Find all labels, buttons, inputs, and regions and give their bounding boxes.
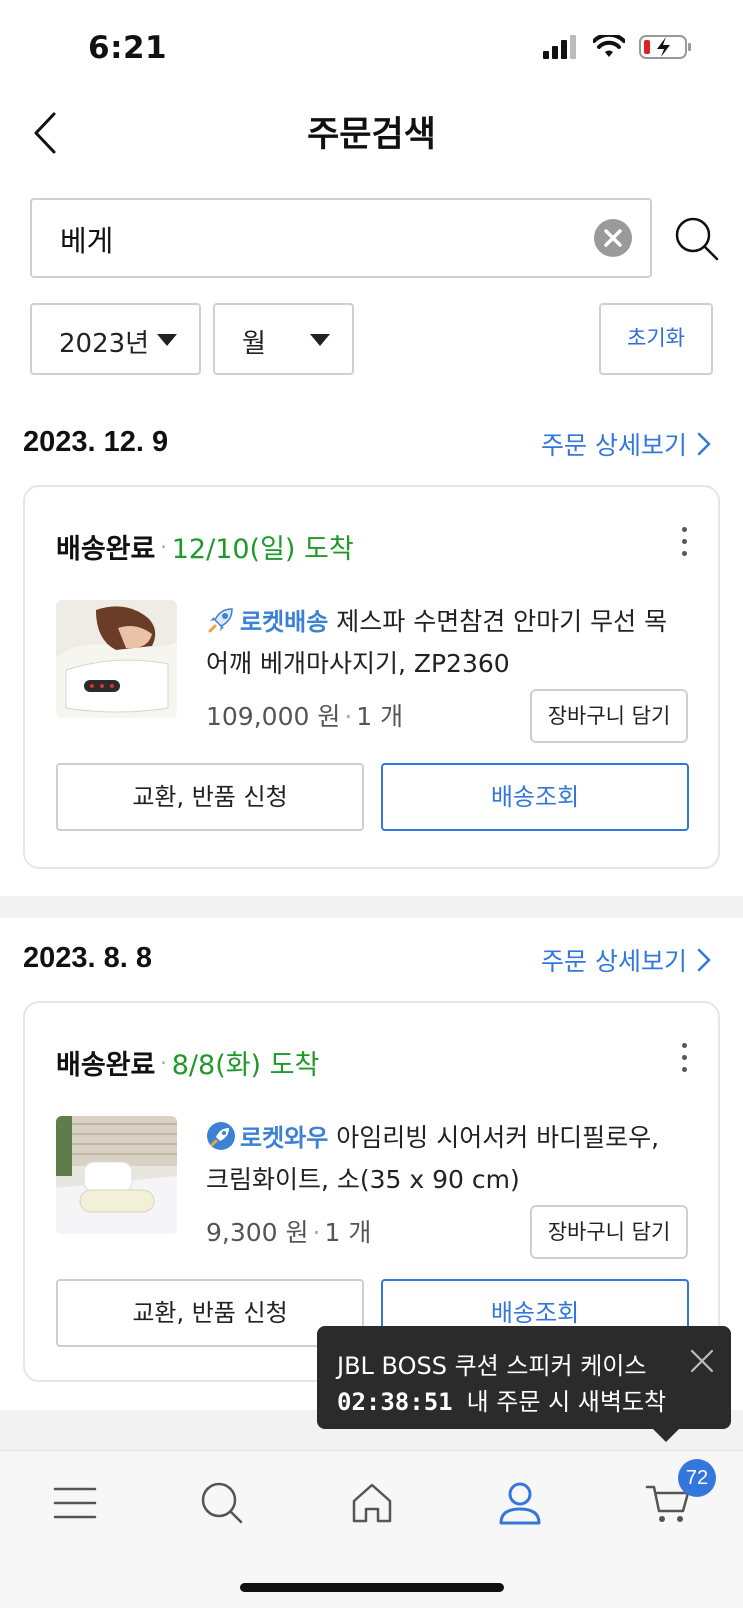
status-time: 6:21 [88, 30, 168, 66]
year-select-label: 2023년 [59, 329, 150, 359]
rocket-icon [208, 608, 233, 633]
separator-dot: · [160, 534, 167, 559]
order-detail-label: 주문 상세보기 [541, 431, 687, 460]
body-pillow-image [56, 1116, 177, 1234]
order-date: 2023. 12. 9 [23, 426, 169, 458]
promo-toast[interactable]: JBL BOSS 쿠션 스피커 케이스 02:38:51 내 주문 시 새벽도착 [317, 1326, 731, 1429]
more-options-button[interactable] [674, 527, 694, 563]
chevron-right-icon [697, 432, 711, 456]
status-icons [543, 34, 693, 60]
arrival-text: 8/8(화) 도착 [171, 1050, 320, 1081]
add-to-cart-button[interactable]: 장바구니 담기 [530, 1205, 688, 1259]
month-select[interactable]: 월 [213, 303, 354, 375]
reset-button[interactable]: 초기화 [599, 303, 713, 375]
order-detail-link[interactable]: 주문 상세보기 [541, 426, 711, 462]
search-row [30, 198, 720, 278]
search-icon [675, 217, 719, 261]
order-section: 2023. 8. 8 주문 상세보기 배송완료 · 8/8(화) 도착 로켓와우… [0, 942, 743, 1392]
nav-bar: 주문검색 [0, 90, 743, 170]
exchange-return-button[interactable]: 교환, 반품 신청 [56, 763, 364, 831]
order-date: 2023. 8. 8 [23, 942, 152, 974]
more-options-button[interactable] [674, 1043, 694, 1079]
tab-my-page[interactable] [488, 1473, 552, 1533]
rocket-wow-icon [207, 1122, 235, 1150]
filter-row: 2023년 월 초기화 [30, 303, 713, 375]
toast-message: 내 주문 시 새벽도착 [466, 1388, 667, 1416]
toast-message-line: 02:38:51 내 주문 시 새벽도착 [337, 1382, 666, 1417]
close-icon [604, 229, 622, 247]
status-bar: 6:21 [0, 0, 743, 100]
order-card: 배송완료 · 8/8(화) 도착 로켓와우 아임리빙 시어서커 바디필로우, 크… [23, 1001, 720, 1382]
caret-down-icon [157, 334, 177, 346]
order-detail-link[interactable]: 주문 상세보기 [541, 942, 711, 978]
delivery-status: 배송완료 · 12/10(일) 도착 [56, 527, 354, 566]
toast-product: JBL BOSS 쿠션 스피커 케이스 [337, 1352, 647, 1380]
arrival-text: 12/10(일) 도착 [171, 534, 354, 565]
status-text: 배송완료 [56, 1050, 156, 1081]
order-detail-label: 주문 상세보기 [541, 947, 687, 976]
caret-down-icon [310, 334, 330, 346]
track-delivery-button[interactable]: 배송조회 [381, 763, 689, 831]
cellular-signal-icon [543, 35, 576, 59]
price-line: 109,000 원 · 1 개 [206, 697, 403, 733]
toast-close-button[interactable] [689, 1348, 715, 1374]
product-image[interactable] [56, 1116, 177, 1234]
menu-icon [53, 1487, 97, 1519]
tab-menu[interactable] [43, 1473, 107, 1533]
price: 9,300 원 [206, 1218, 309, 1247]
countdown-timer: 02:38:51 [337, 1388, 453, 1416]
tab-search[interactable] [190, 1473, 254, 1533]
order-card: 배송완료 · 12/10(일) 도착 로켓배송 제스파 수면참견 안마기 무선 … [23, 485, 720, 869]
quantity: 1 개 [356, 702, 404, 731]
my-page-icon [499, 1482, 541, 1525]
search-input[interactable] [60, 218, 560, 260]
battery-icon [639, 35, 691, 59]
separator-dot: · [312, 1218, 321, 1247]
search-button[interactable] [674, 216, 720, 262]
product-title[interactable]: 로켓와우 아임리빙 시어서커 바디필로우, 크림화이트, 소(35 x 90 c… [206, 1117, 686, 1201]
home-icon [352, 1483, 392, 1523]
tab-home[interactable] [340, 1473, 404, 1533]
product-title[interactable]: 로켓배송 제스파 수면참견 안마기 무선 목어깨 베개마사지기, ZP2360 [206, 601, 686, 685]
add-to-cart-button[interactable]: 장바구니 담기 [530, 689, 688, 743]
search-icon [201, 1482, 243, 1524]
delivery-status: 배송완료 · 8/8(화) 도착 [56, 1043, 319, 1082]
quantity: 1 개 [324, 1218, 372, 1247]
order-section: 2023. 12. 9 주문 상세보기 배송완료 · 12/10(일) 도착 로… [0, 426, 743, 876]
rocket-delivery-badge: 로켓배송 [240, 608, 329, 636]
month-select-label: 월 [242, 329, 266, 359]
page-title: 주문검색 [307, 115, 436, 155]
section-divider [0, 896, 743, 918]
status-text: 배송완료 [56, 534, 156, 565]
search-box [30, 198, 652, 278]
cart-count-badge: 72 [678, 1459, 716, 1497]
massage-pillow-image [56, 600, 177, 718]
price-line: 9,300 원 · 1 개 [206, 1213, 371, 1249]
rocket-wow-badge: 로켓와우 [240, 1124, 329, 1152]
home-indicator [240, 1583, 504, 1592]
separator-dot: · [160, 1050, 167, 1075]
year-select[interactable]: 2023년 [30, 303, 201, 375]
toast-pointer [652, 1428, 680, 1442]
clear-search-button[interactable] [594, 219, 632, 257]
wifi-icon [593, 35, 625, 57]
price: 109,000 원 [206, 702, 341, 731]
chevron-right-icon [697, 948, 711, 972]
product-image[interactable] [56, 600, 177, 718]
separator-dot: · [344, 702, 353, 731]
close-icon [690, 1349, 714, 1373]
